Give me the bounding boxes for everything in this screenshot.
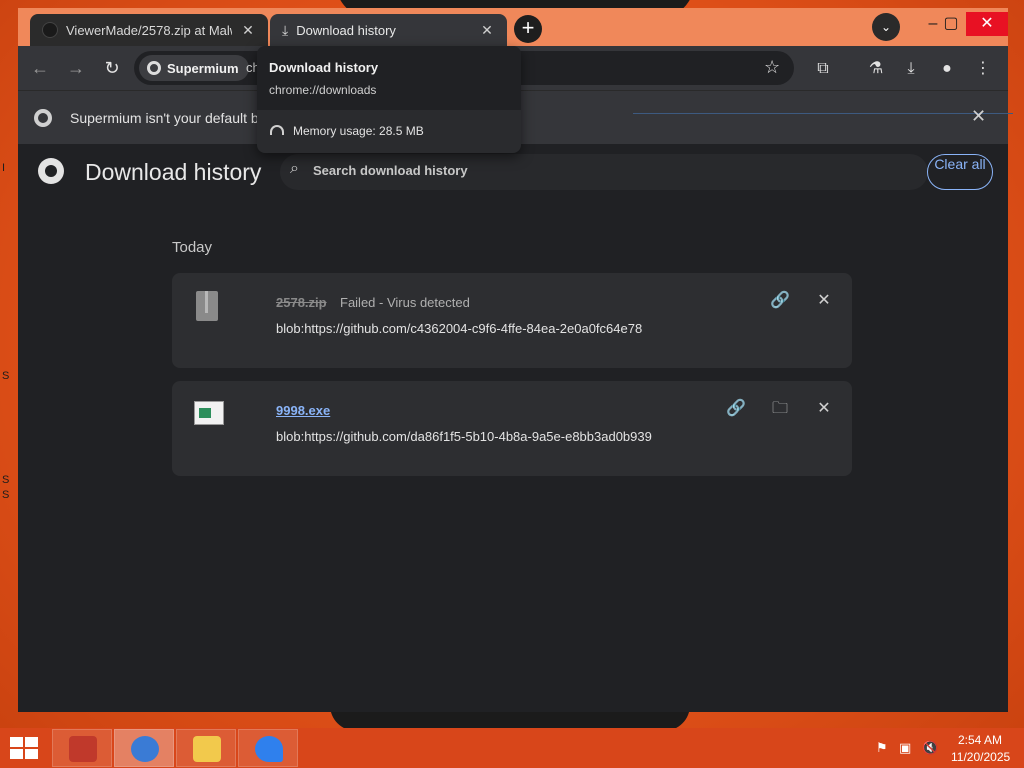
file-url: blob:https://github.com/c4362004-c9f6-4f… (276, 321, 643, 336)
tab-download-history[interactable]: ⤓ Download history ✕ (270, 14, 507, 46)
clock-time[interactable]: 2:54 AM (958, 733, 1002, 747)
tab-title: ViewerMade/2578.zip at Malwa (66, 22, 232, 38)
copy-link-icon[interactable]: 🔗 (768, 289, 792, 313)
labs-flask-icon[interactable]: ⚗ (865, 58, 887, 80)
tab-hover-card: Download history chrome://downloads Memo… (257, 46, 521, 153)
window-close-button[interactable]: ✕ (966, 12, 1008, 36)
windows-logo-pane (10, 737, 23, 747)
start-button[interactable] (10, 737, 38, 759)
taskbar-app-toolbox[interactable] (52, 729, 112, 767)
github-icon (42, 22, 58, 38)
download-item: 9998.exe blob:https://github.com/da86f1f… (172, 381, 852, 476)
network-icon[interactable]: ▣ (899, 740, 911, 756)
new-tab-button[interactable]: + (514, 15, 542, 43)
zip-file-icon (196, 291, 218, 321)
menu-icon[interactable]: ⋮ (972, 58, 994, 80)
clear-all-label: Clear all (934, 156, 986, 172)
search-icon: ⌕ (290, 160, 299, 177)
taskbar-app-file-explorer[interactable] (176, 729, 236, 767)
desktop-edge-text: S (2, 474, 10, 486)
profile-icon[interactable]: ● (936, 58, 958, 80)
windows-logo-pane (25, 749, 38, 759)
reload-icon[interactable]: ↻ (100, 56, 124, 80)
toolbox-icon (69, 736, 97, 762)
close-icon[interactable]: ✕ (971, 106, 986, 127)
show-in-folder-icon[interactable]: 🗀 (768, 397, 792, 421)
bookmark-star-icon[interactable]: ☆ (764, 57, 780, 78)
infobar-message: Supermium isn't your default bro (70, 110, 272, 126)
search-box[interactable]: ⌕ (280, 154, 928, 190)
remove-icon[interactable]: ✕ (812, 289, 836, 313)
chromium-logo-icon (38, 158, 64, 184)
hover-card-url: chrome://downloads (269, 83, 377, 97)
action-center-flag-icon[interactable]: ⚑ (876, 740, 888, 756)
date-section-label: Today (172, 239, 213, 256)
tab-strip: ViewerMade/2578.zip at Malwa ✕ ⤓ Downloa… (18, 8, 1008, 46)
memory-usage-text: Memory usage: 28.5 MB (293, 124, 424, 138)
supermium-icon (147, 61, 161, 75)
copy-link-icon[interactable]: 🔗 (724, 397, 748, 421)
tab-search-button[interactable]: ⌄ (872, 13, 900, 41)
desktop-edge-text: S (2, 370, 10, 382)
swan-app-icon (255, 736, 283, 762)
remove-icon[interactable]: ✕ (812, 397, 836, 421)
taskbar: ⚑ ▣ 🔇 2:54 AM 11/20/2025 (0, 728, 1024, 768)
browser-icon (131, 736, 159, 762)
close-icon[interactable]: ✕ (240, 22, 256, 38)
windows-logo-pane (25, 737, 38, 747)
maximize-button[interactable]: ▢ (936, 12, 966, 36)
extensions-icon[interactable]: ⧉ (812, 58, 834, 80)
taskbar-app-swan[interactable] (238, 729, 298, 767)
hover-card-title: Download history (269, 60, 379, 75)
site-info-chip[interactable]: Supermium (139, 55, 249, 81)
supermium-logo-icon (34, 109, 52, 127)
memory-gauge-icon (270, 125, 284, 135)
tab-title: Download history (296, 22, 396, 38)
close-icon[interactable]: ✕ (479, 22, 495, 38)
page-title: Download history (85, 159, 262, 185)
clear-all-button[interactable]: Clear all (927, 154, 993, 190)
infobar-divider (633, 113, 1013, 114)
file-url: blob:https://github.com/da86f1f5-5b10-4b… (276, 429, 652, 444)
folder-icon (193, 736, 221, 762)
download-item: 2578.zip Failed - Virus detected blob:ht… (172, 273, 852, 368)
download-icon: ⤓ (282, 21, 289, 38)
search-input[interactable] (313, 163, 913, 178)
hover-card-header: Download history chrome://downloads (257, 46, 521, 110)
downloads-page: Download history ⌕ Clear all Today 2578.… (18, 144, 1008, 712)
taskbar-app-browser[interactable] (114, 729, 174, 767)
file-name: 2578.zip (276, 295, 327, 310)
windows-logo-pane (10, 749, 23, 759)
file-name-link[interactable]: 9998.exe (276, 403, 330, 418)
download-status: Failed - Virus detected (340, 295, 470, 310)
exe-file-icon (194, 401, 224, 425)
page-header: Download history ⌕ Clear all (18, 144, 1008, 204)
desktop-edge-text: I (2, 162, 6, 174)
tab-malware-repo[interactable]: ViewerMade/2578.zip at Malwa ✕ (30, 14, 268, 46)
downloads-icon[interactable]: ⤓ (900, 58, 922, 80)
volume-muted-icon[interactable]: 🔇 (922, 740, 938, 756)
back-arrow-icon[interactable]: ← (28, 56, 52, 80)
forward-arrow-icon[interactable]: → (64, 56, 88, 80)
chip-label: Supermium (167, 60, 239, 76)
clock-date[interactable]: 11/20/2025 (951, 750, 1010, 764)
desktop-edge-text: S (2, 489, 10, 501)
